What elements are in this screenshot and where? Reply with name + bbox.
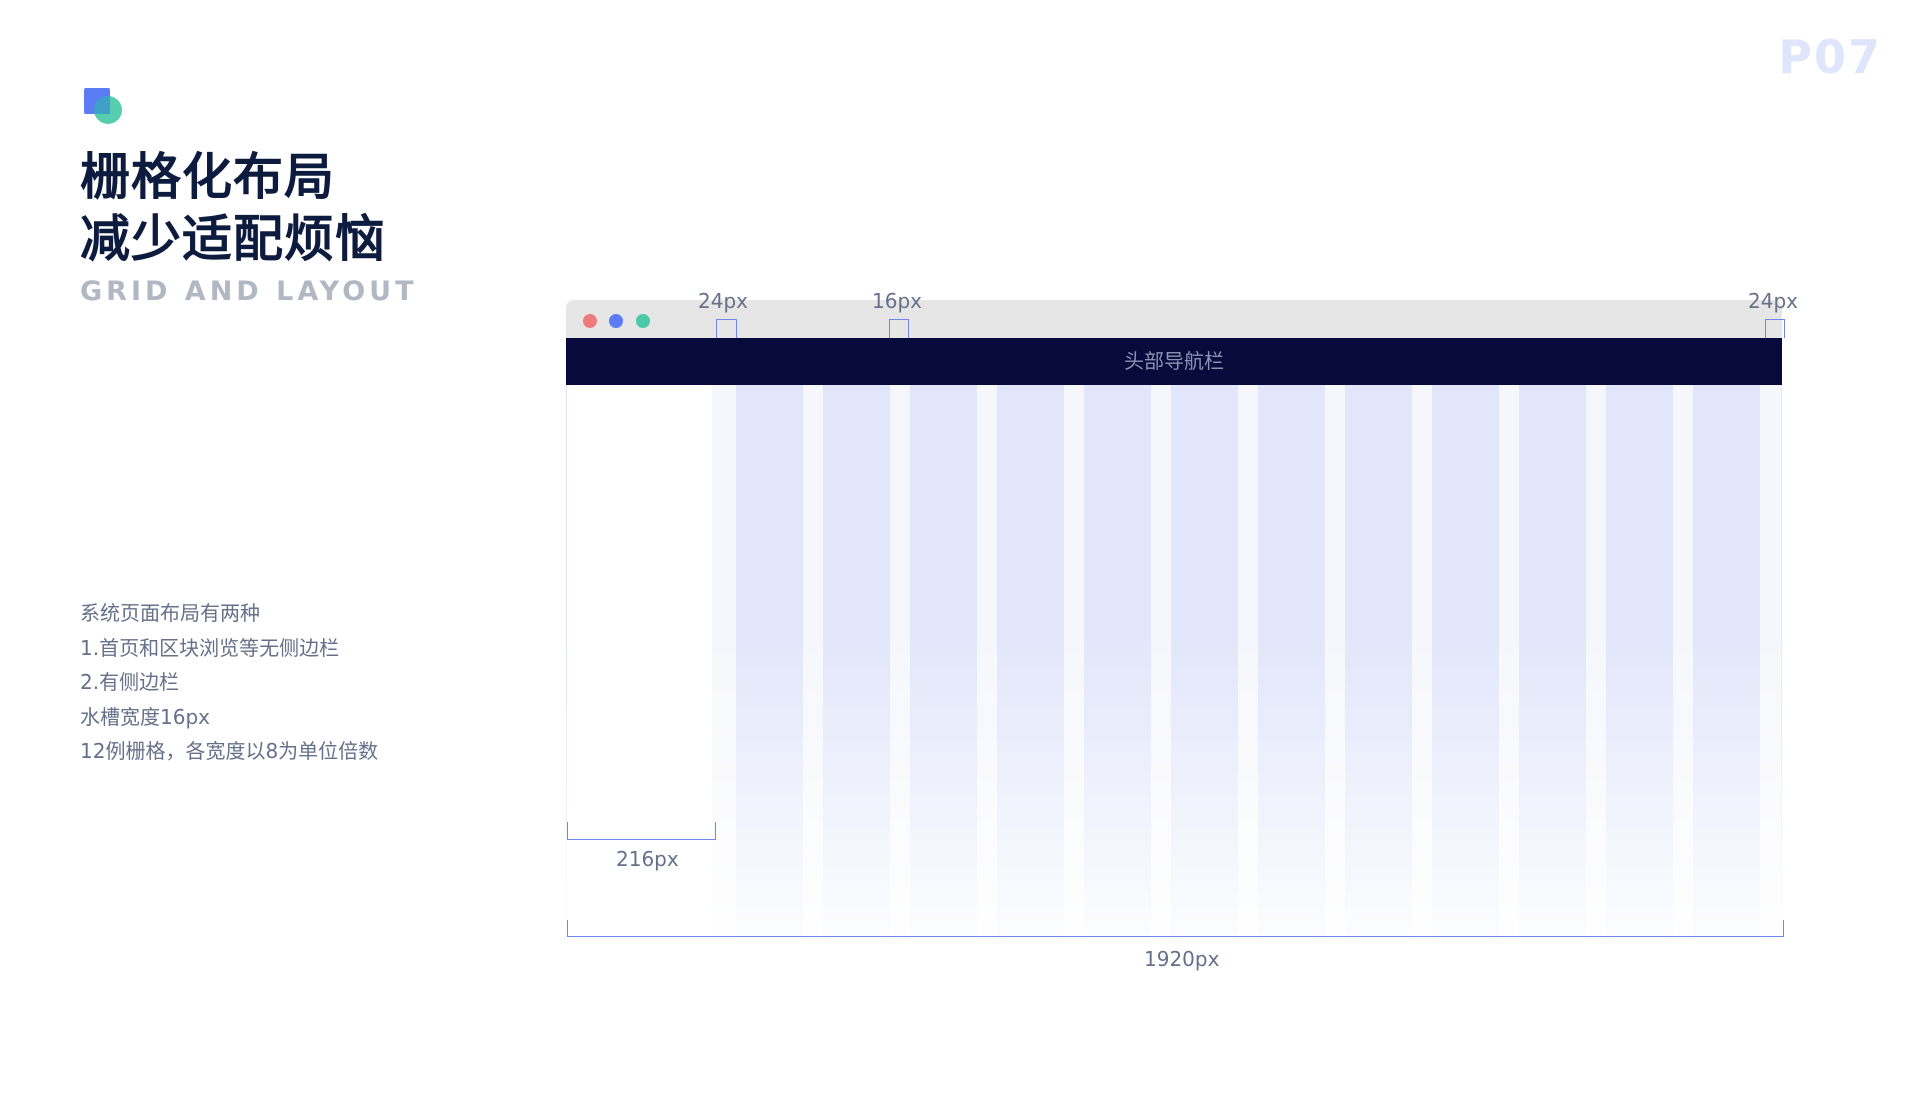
left-margin-marker [716,319,737,338]
browser-window-mockup: 头部导航栏 [566,300,1782,940]
page-number: P07 [1778,30,1882,84]
description-line: 2.有侧边栏 [80,670,180,694]
grid-column [736,385,803,940]
grid-column [1432,385,1499,940]
total-width-marker [567,920,1784,937]
content-area [566,385,1782,940]
window-titlebar [566,300,1782,338]
grid-column [1606,385,1673,940]
description-line: 水槽宽度16px [80,704,210,729]
close-dot-icon [583,314,597,328]
gutter-marker [889,319,909,338]
header-navbar: 头部导航栏 [566,338,1782,385]
title-line-1: 栅格化布局 [80,148,335,206]
grid-column [1693,385,1760,940]
grid-column [1519,385,1586,940]
grid-column [1345,385,1412,940]
title-line-2: 减少适配烦恼 [80,210,386,268]
left-margin-label: 24px [698,289,748,313]
right-margin-marker [1765,319,1785,338]
grid-column [823,385,890,940]
maximize-dot-icon [636,314,650,328]
grid-column [997,385,1064,940]
description-line: 系统页面布局有两种 [80,601,260,625]
page-subtitle: GRID AND LAYOUT [80,276,418,307]
description-line: 12例栅格，各宽度以8为单位倍数 [80,739,379,763]
description-line: 1.首页和区块浏览等无侧边栏 [80,635,340,660]
total-width-label: 1920px [1144,947,1220,971]
brand-logo-icon [84,88,126,126]
page-title: 栅格化布局 减少适配烦恼 [80,146,386,270]
minimize-dot-icon [609,314,623,328]
grid-area [712,385,1782,940]
grid-column [1258,385,1325,940]
grid-column [1084,385,1151,940]
grid-column [910,385,977,940]
right-margin-label: 24px [1748,289,1798,313]
gutter-label: 16px [872,289,922,313]
description-list: 系统页面布局有两种 1.首页和区块浏览等无侧边栏 2.有侧边栏 水槽宽度16px… [80,596,460,769]
grid-column [1171,385,1238,940]
sidebar-width-marker [567,822,716,840]
sidebar-width-label: 216px [616,847,679,871]
